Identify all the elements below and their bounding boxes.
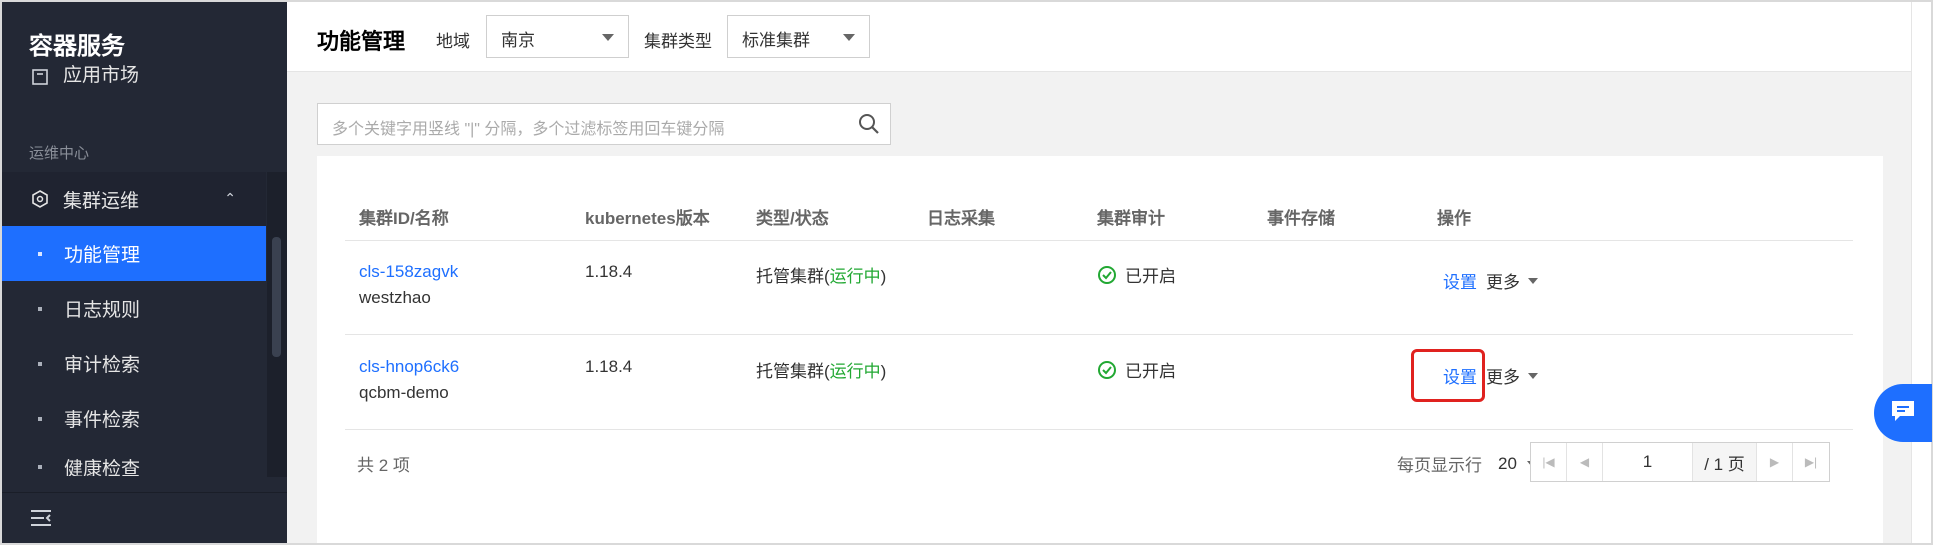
column-header: kubernetes版本 xyxy=(585,209,710,228)
page-scrollbar[interactable] xyxy=(1911,2,1931,543)
cluster-name: qcbm-demo xyxy=(359,383,449,402)
column-header: 类型/状态 xyxy=(756,209,829,228)
sidebar: 容器服务 应用市场 运维中心 集群运维 ⌃ 功能管理 日志规则 审计检索 事件检… xyxy=(2,2,287,543)
total-pages: / 1 页 xyxy=(1693,443,1757,481)
bullet-icon xyxy=(38,361,42,366)
more-dropdown[interactable]: 更多 xyxy=(1486,363,1538,388)
main-content: 多个关键字用竖线 "|" 分隔，多个过滤标签用回车键分隔 集群ID/名称 kub… xyxy=(287,72,1911,543)
column-header: 事件存储 xyxy=(1267,209,1335,228)
sidebar-item-label: 健康检查 xyxy=(64,458,141,477)
sidebar-title: 容器服务 xyxy=(29,33,125,60)
type-status: 托管集群(运行中) xyxy=(756,357,886,382)
sidebar-item-health-check[interactable]: 健康检查 xyxy=(2,446,266,476)
more-dropdown[interactable]: 更多 xyxy=(1486,268,1538,293)
sidebar-item-label: 审计检索 xyxy=(64,355,141,376)
column-header: 集群ID/名称 xyxy=(359,209,449,228)
chat-icon xyxy=(1890,399,1916,428)
search-placeholder: 多个关键字用竖线 "|" 分隔，多个过滤标签用回车键分隔 xyxy=(332,121,725,138)
sidebar-item-label: 应用市场 xyxy=(63,64,140,86)
cluster-type-label: 集群类型 xyxy=(644,32,712,51)
caret-down-icon xyxy=(602,34,614,41)
last-page-icon[interactable]: ▶| xyxy=(1793,443,1829,481)
region-label: 地域 xyxy=(436,32,470,51)
settings-link[interactable]: 设置 xyxy=(1443,363,1477,388)
sidebar-item-app-market[interactable]: 应用市场 xyxy=(2,62,266,92)
column-header: 集群审计 xyxy=(1097,209,1165,228)
cluster-type: 托管集群( xyxy=(756,267,830,286)
status-running: 运行中 xyxy=(829,362,881,381)
column-header: 日志采集 xyxy=(927,209,995,228)
sidebar-group-label: 集群运维 xyxy=(63,190,140,212)
total-count: 共 2 项 xyxy=(357,456,410,475)
collapse-menu-icon[interactable] xyxy=(30,509,52,532)
chevron-up-icon: ⌃ xyxy=(224,190,236,206)
k8s-version: 1.18.4 xyxy=(585,357,633,376)
page-header: 功能管理 地域 南京 集群类型 标准集群 xyxy=(287,2,1911,72)
sidebar-item-audit-search[interactable]: 审计检索 xyxy=(2,336,266,391)
per-page-label: 每页显示行 xyxy=(1397,456,1482,475)
type-close: ) xyxy=(880,362,887,381)
settings-link[interactable]: 设置 xyxy=(1443,268,1477,293)
caret-down-icon xyxy=(1528,372,1538,379)
caret-down-icon xyxy=(1528,277,1538,284)
column-header: 操作 xyxy=(1437,209,1471,228)
status-running: 运行中 xyxy=(829,267,881,286)
cluster-type: 托管集群( xyxy=(756,362,830,381)
page-input[interactable]: 1 xyxy=(1603,443,1693,481)
sidebar-item-label: 日志规则 xyxy=(64,300,141,321)
bullet-icon xyxy=(38,251,42,256)
sidebar-item-log-rules[interactable]: 日志规则 xyxy=(2,281,266,336)
search-icon[interactable] xyxy=(858,113,880,140)
check-circle-icon xyxy=(1097,265,1117,285)
sidebar-group-cluster-ops[interactable]: 集群运维 ⌃ xyxy=(2,172,266,226)
divider xyxy=(345,429,1853,430)
sidebar-section-label: 运维中心 xyxy=(29,145,90,162)
sidebar-item-feature-management[interactable]: 功能管理 xyxy=(2,226,266,281)
more-label: 更多 xyxy=(1486,273,1520,292)
sidebar-item-event-search[interactable]: 事件检索 xyxy=(2,391,266,446)
type-close: ) xyxy=(880,267,887,286)
caret-down-icon xyxy=(843,34,855,41)
next-page-icon[interactable]: ▶ xyxy=(1757,443,1793,481)
per-page-select[interactable]: 每页显示行 20 xyxy=(1397,451,1537,476)
search-input[interactable]: 多个关键字用竖线 "|" 分隔，多个过滤标签用回车键分隔 xyxy=(317,103,891,145)
bullet-icon xyxy=(38,306,42,311)
check-circle-icon xyxy=(1097,360,1117,380)
bullet-icon xyxy=(38,416,42,421)
per-page-value: 20 xyxy=(1498,453,1517,473)
pagination: |◀ ◀ 1 / 1 页 ▶ ▶| xyxy=(1530,442,1830,482)
type-status: 托管集群(运行中) xyxy=(756,262,886,287)
cluster-id-link[interactable]: cls-hnop6ck6 xyxy=(359,357,459,377)
region-value: 南京 xyxy=(501,31,535,50)
store-icon xyxy=(29,66,51,88)
sidebar-scrollbar[interactable] xyxy=(272,237,281,357)
more-label: 更多 xyxy=(1486,368,1520,387)
sidebar-item-label: 功能管理 xyxy=(64,245,141,266)
sidebar-collapse-bar xyxy=(2,492,287,543)
divider xyxy=(345,240,1853,241)
first-page-icon[interactable]: |◀ xyxy=(1531,443,1567,481)
bullet-icon xyxy=(38,465,42,469)
divider xyxy=(345,334,1853,335)
chat-button[interactable] xyxy=(1874,384,1932,442)
cluster-name: westzhao xyxy=(359,288,431,307)
cluster-icon xyxy=(29,188,51,210)
audit-label: 已开启 xyxy=(1125,267,1176,286)
audit-status: 已开启 xyxy=(1097,262,1176,287)
k8s-version: 1.18.4 xyxy=(585,262,633,281)
cluster-type-value: 标准集群 xyxy=(742,31,810,50)
page-title: 功能管理 xyxy=(317,29,406,54)
audit-status: 已开启 xyxy=(1097,357,1176,382)
audit-label: 已开启 xyxy=(1125,362,1176,381)
prev-page-icon[interactable]: ◀ xyxy=(1567,443,1603,481)
cluster-id-link[interactable]: cls-158zagvk xyxy=(359,262,458,282)
region-select[interactable]: 南京 xyxy=(486,15,629,58)
cluster-type-select[interactable]: 标准集群 xyxy=(727,15,870,58)
cluster-table-card: 集群ID/名称 kubernetes版本 类型/状态 日志采集 集群审计 事件存… xyxy=(317,156,1883,543)
sidebar-item-label: 事件检索 xyxy=(64,410,141,431)
